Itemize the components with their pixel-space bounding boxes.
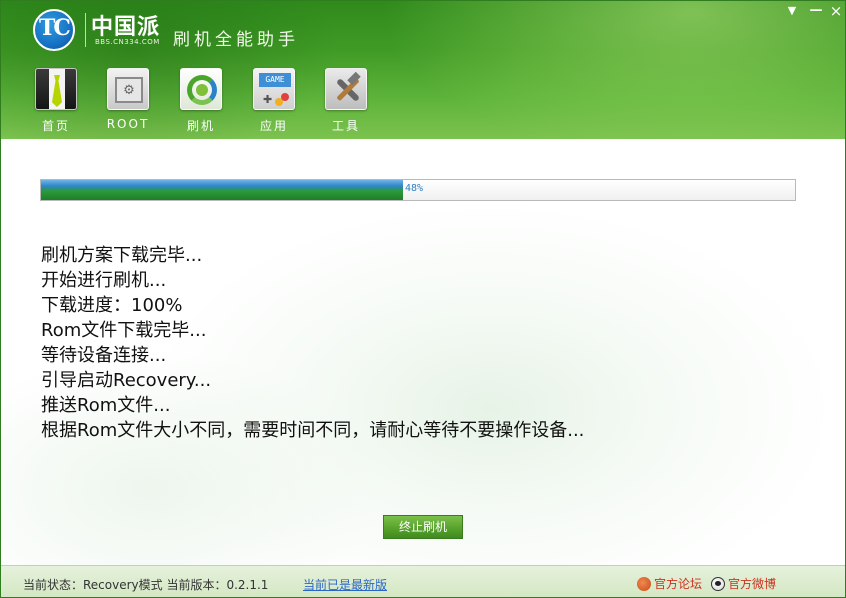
flash-refresh-icon (180, 68, 222, 110)
forum-icon (637, 577, 651, 591)
official-forum-link[interactable]: 官方论坛 (637, 575, 702, 592)
app-title: 刷机全能助手 (173, 30, 299, 50)
flash-log: 刷机方案下载完毕... 开始进行刷机... 下载进度：100% Rom文件下载完… (41, 243, 584, 443)
brand-name: 中国派 (91, 15, 161, 40)
gamepad-screen-text: GAME (259, 73, 291, 87)
brand-divider (85, 13, 86, 47)
nav-label-root: ROOT (106, 117, 150, 131)
status-bar: 当前状态：Recovery模式 当前版本：0.2.1.1 当前已是最新版 官方论… (1, 565, 845, 597)
log-line: 等待设备连接... (41, 345, 167, 366)
nav-item-flash[interactable]: 刷机 (176, 68, 226, 136)
official-weibo-link[interactable]: 官方微博 (711, 575, 776, 592)
progress-fill (41, 180, 403, 200)
dropdown-menu-button[interactable]: ▼ (783, 3, 801, 19)
nav-label-flash: 刷机 (186, 119, 215, 133)
log-line: 根据Rom文件大小不同，需要时间不同，请耐心等待不要操作设备... (41, 420, 585, 441)
nav-label-home: 首页 (41, 119, 70, 133)
header: TC 中国派 BBS.CN334.COM 刷机全能助手 ▼ — × 首页 ⚙ R… (1, 1, 845, 139)
nav-label-tools: 工具 (331, 119, 360, 133)
gamepad-icon: GAME ✚ (253, 68, 295, 110)
log-line: 开始进行刷机... (41, 270, 167, 291)
log-line: 推送Rom文件... (41, 395, 171, 416)
stop-flash-button[interactable]: 终止刷机 (383, 515, 463, 539)
close-button[interactable]: × (827, 3, 845, 19)
nav-item-root[interactable]: ⚙ ROOT (103, 68, 153, 136)
main-panel: 48% 刷机方案下载完毕... 开始进行刷机... 下载进度：100% Rom文… (1, 139, 845, 565)
minimize-button[interactable]: — (807, 3, 825, 19)
nav-label-apps: 应用 (259, 119, 288, 133)
tools-icon (325, 68, 367, 110)
status-text: 当前状态：Recovery模式 当前版本：0.2.1.1 (23, 578, 269, 592)
flash-progress-bar: 48% (40, 179, 796, 201)
log-line: Rom文件下载完毕... (41, 320, 207, 341)
nav-item-home[interactable]: 首页 (31, 68, 81, 136)
brand-logo-icon: TC (33, 9, 75, 51)
necktie-icon (35, 68, 77, 110)
official-forum-label: 官方论坛 (654, 577, 703, 591)
update-status-link[interactable]: 当前已是最新版 (303, 576, 387, 593)
log-line: 引导启动Recovery... (41, 370, 212, 391)
app-window: TC 中国派 BBS.CN334.COM 刷机全能助手 ▼ — × 首页 ⚙ R… (0, 0, 846, 598)
weibo-icon (711, 577, 725, 591)
nav-item-apps[interactable]: GAME ✚ 应用 (249, 68, 299, 136)
brand-url: BBS.CN334.COM (95, 38, 160, 46)
official-weibo-label: 官方微博 (728, 577, 777, 591)
log-line: 下载进度：100% (41, 295, 183, 316)
progress-percent: 48% (405, 183, 424, 194)
log-line: 刷机方案下载完毕... (41, 245, 203, 266)
nav-item-tools[interactable]: 工具 (321, 68, 371, 136)
root-gear-icon: ⚙ (107, 68, 149, 110)
